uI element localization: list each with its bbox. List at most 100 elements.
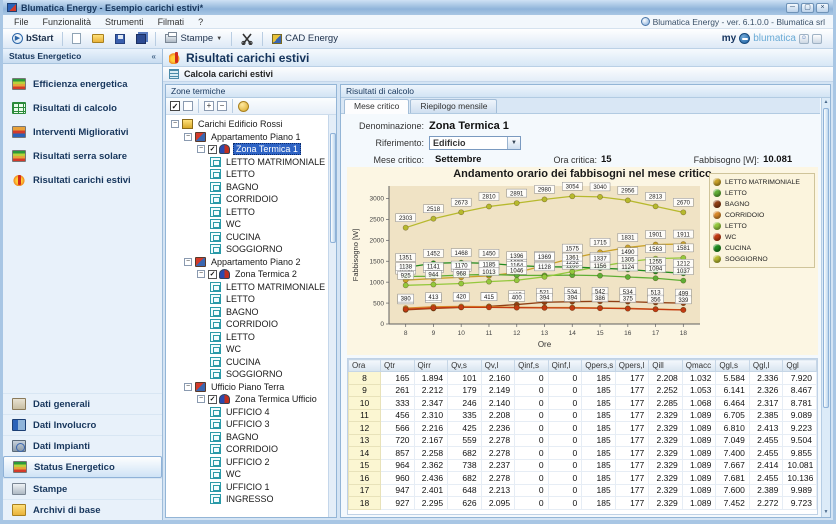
- tools-icon[interactable]: [238, 101, 249, 112]
- sidebar-nav-dati-impianti[interactable]: Dati Impianti: [3, 435, 162, 456]
- tree-node-ufficio-4[interactable]: UFFICIO 4: [169, 406, 328, 419]
- maximize-button[interactable]: ▢: [801, 3, 814, 13]
- tree-node-zona-termica-2[interactable]: −✓Zona Termica 2: [169, 268, 328, 281]
- close-button[interactable]: ×: [816, 3, 829, 13]
- check-all-button[interactable]: ✓: [170, 101, 180, 111]
- tree-node-ingresso[interactable]: INGRESSO: [169, 493, 328, 506]
- tree-node-soggiorno[interactable]: SOGGIORNO: [169, 368, 328, 381]
- tree-expander-icon[interactable]: −: [197, 145, 205, 153]
- menu-filmati[interactable]: Filmati: [151, 17, 192, 27]
- expand-all-button[interactable]: +: [204, 101, 214, 111]
- cut-button[interactable]: [237, 32, 257, 46]
- col-header-qpers-l[interactable]: Qpers,l: [615, 360, 649, 372]
- tree-expander-icon[interactable]: −: [171, 120, 179, 128]
- node-checkbox[interactable]: ✓: [208, 270, 217, 279]
- table-row[interactable]: 114562.3103352.208001851772.3291.0896.70…: [349, 409, 817, 422]
- scroll-down-icon[interactable]: ▼: [822, 508, 830, 517]
- sidebar-item-risultati-di-calcolo[interactable]: Risultati di calcolo: [3, 96, 162, 120]
- tree-node-bagno[interactable]: BAGNO: [169, 431, 328, 444]
- tree-node-appartamento-piano-2[interactable]: −Appartamento Piano 2: [169, 256, 328, 269]
- col-header-qill[interactable]: Qill: [649, 360, 683, 372]
- col-header-qmacc[interactable]: Qmacc: [682, 360, 716, 372]
- col-header-ora[interactable]: Ora: [349, 360, 381, 372]
- sidebar-item-risultati-serra-solare[interactable]: Risultati serra solare: [3, 144, 162, 168]
- col-header-qpers-s[interactable]: Qpers,s: [582, 360, 616, 372]
- tree-node-appartamento-piano-1[interactable]: −Appartamento Piano 1: [169, 131, 328, 144]
- uncheck-all-button[interactable]: [183, 101, 193, 111]
- sidebar-nav-dati-generali[interactable]: Dati generali: [3, 393, 162, 414]
- col-header-qinf-l[interactable]: Qinf,l: [548, 360, 582, 372]
- collapse-all-button[interactable]: −: [217, 101, 227, 111]
- new-file-button[interactable]: [68, 32, 85, 45]
- riferimento-select[interactable]: Edificio ▼: [429, 136, 521, 150]
- table-row[interactable]: 169602.4366822.278001851772.3291.0897.68…: [349, 472, 817, 485]
- node-checkbox[interactable]: ✓: [208, 145, 217, 154]
- tree-scrollbar[interactable]: [328, 115, 336, 517]
- sidebar-nav-archivi-di-base[interactable]: Archivi di base: [3, 499, 162, 520]
- tree-node-zona-termica-ufficio[interactable]: −✓Zona Termica Ufficio: [169, 393, 328, 406]
- table-row[interactable]: 125662.2164252.236001851772.3291.0896.81…: [349, 422, 817, 435]
- col-header-qgl[interactable]: Qgl: [783, 360, 817, 372]
- tree-node-wc[interactable]: WC: [169, 468, 328, 481]
- tree-node-ufficio-piano-terra[interactable]: −Ufficio Piano Terra: [169, 381, 328, 394]
- tree-node-cucina[interactable]: CUCINA: [169, 356, 328, 369]
- results-scrollbar-thumb[interactable]: [823, 108, 829, 408]
- table-row[interactable]: 137202.1675592.278001851772.3291.0897.04…: [349, 434, 817, 447]
- table-row[interactable]: 81651.8941012.160001851772.2081.0325.584…: [349, 372, 817, 385]
- tree-expander-icon[interactable]: −: [184, 133, 192, 141]
- col-header-qgl-s[interactable]: Qgl,s: [716, 360, 750, 372]
- tree-node-bagno[interactable]: BAGNO: [169, 306, 328, 319]
- results-scrollbar[interactable]: ▲ ▼: [821, 98, 830, 517]
- tab-riepilogo-mensile[interactable]: Riepilogo mensile: [410, 99, 497, 113]
- col-header-qtr[interactable]: Qtr: [381, 360, 415, 372]
- menu-[interactable]: ?: [191, 17, 210, 27]
- tree-scrollbar-thumb[interactable]: [330, 133, 336, 243]
- user-badge-icon[interactable]: ☺: [799, 34, 809, 44]
- tree-node-letto[interactable]: LETTO: [169, 168, 328, 181]
- tree-node-letto-matrimoniale[interactable]: LETTO MATRIMONIALE: [169, 281, 328, 294]
- menu-strumenti[interactable]: Strumenti: [98, 17, 151, 27]
- sidebar-item-risultati-carichi-estivi[interactable]: Risultati carichi estivi: [3, 168, 162, 192]
- node-checkbox[interactable]: ✓: [208, 395, 217, 404]
- tree-node-zona-termica-1[interactable]: −✓Zona Termica 1: [169, 143, 328, 156]
- tree-node-cucina[interactable]: CUCINA: [169, 231, 328, 244]
- tree-node-ufficio-3[interactable]: UFFICIO 3: [169, 418, 328, 431]
- tree-node-letto[interactable]: LETTO: [169, 206, 328, 219]
- tree-node-letto[interactable]: LETTO: [169, 293, 328, 306]
- table-row[interactable]: 179472.4016482.213001851772.3291.0897.60…: [349, 484, 817, 497]
- sidebar-nav-stampe[interactable]: Stampe: [3, 478, 162, 499]
- cad-energy-button[interactable]: CAD Energy: [268, 32, 342, 45]
- tab-mese-critico[interactable]: Mese critico: [344, 99, 409, 114]
- tree-node-ufficio-2[interactable]: UFFICIO 2: [169, 456, 328, 469]
- table-row[interactable]: 103332.3472462.140001851772.2851.0686.46…: [349, 397, 817, 410]
- col-header-qinf-s[interactable]: Qinf,s: [515, 360, 549, 372]
- tree-node-ufficio-1[interactable]: UFFICIO 1: [169, 481, 328, 494]
- table-row[interactable]: 148572.2586822.278001851772.3291.0897.40…: [349, 447, 817, 460]
- sidebar-item-interventi-migliorativi[interactable]: Interventi Migliorativi: [3, 120, 162, 144]
- minimize-button[interactable]: ─: [786, 3, 799, 13]
- collapse-sidebar-icon[interactable]: «: [152, 52, 156, 61]
- col-header-qgl-l[interactable]: Qgl,l: [749, 360, 783, 372]
- tree-node-bagno[interactable]: BAGNO: [169, 181, 328, 194]
- tree-node-soggiorno[interactable]: SOGGIORNO: [169, 243, 328, 256]
- table-row[interactable]: 159642.3627382.237001851772.3291.0897.66…: [349, 459, 817, 472]
- tree-expander-icon[interactable]: −: [197, 270, 205, 278]
- tree-expander-icon[interactable]: −: [197, 395, 205, 403]
- menu-funzionalit[interactable]: Funzionalità: [36, 17, 99, 27]
- tree-node-carichi-edificio-rossi[interactable]: −Carichi Edificio Rossi: [169, 118, 328, 131]
- open-button[interactable]: [88, 33, 108, 44]
- sidebar-item-efficienza-energetica[interactable]: Efficienza energetica: [3, 72, 162, 96]
- col-header-qv-l[interactable]: Qv,l: [481, 360, 515, 372]
- tree-expander-icon[interactable]: −: [184, 383, 192, 391]
- menu-file[interactable]: File: [7, 17, 36, 27]
- tree-node-corridoio[interactable]: CORRIDOIO: [169, 318, 328, 331]
- save-all-button[interactable]: [132, 33, 150, 45]
- col-header-qv-s[interactable]: Qv,s: [448, 360, 482, 372]
- calcola-carichi-button[interactable]: Calcola carichi estivi: [184, 69, 273, 79]
- tree-node-wc[interactable]: WC: [169, 218, 328, 231]
- scroll-up-icon[interactable]: ▲: [822, 98, 830, 107]
- tree-node-letto[interactable]: LETTO: [169, 331, 328, 344]
- sidebar-nav-dati-involucro[interactable]: Dati Involucro: [3, 414, 162, 435]
- tree-node-corridoio[interactable]: CORRIDOIO: [169, 443, 328, 456]
- stampe-button[interactable]: Stampe ▼: [161, 32, 226, 45]
